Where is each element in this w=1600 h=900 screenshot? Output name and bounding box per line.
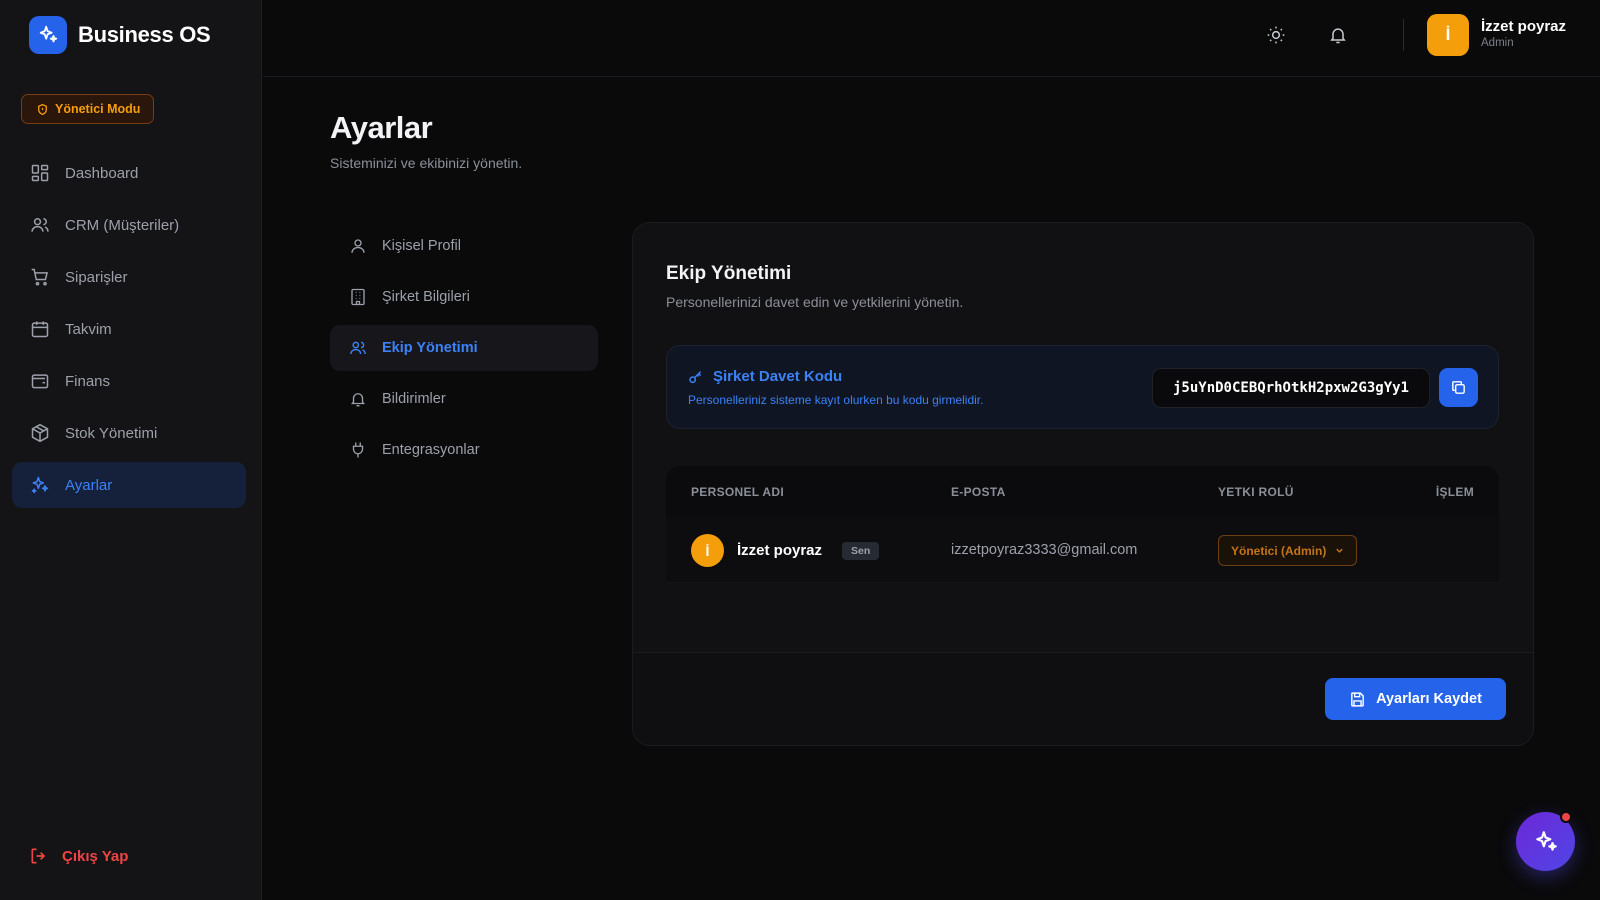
team-table: PERSONEL ADI E-POSTA YETKI ROLÜ İŞLEM İ …: [666, 466, 1499, 583]
role-select[interactable]: Yönetici (Admin): [1218, 535, 1357, 566]
sidebar: Business OS Yönetici Modu Dashboard CRM …: [0, 0, 262, 900]
card-footer: Ayarları Kaydet: [633, 652, 1533, 745]
invite-code-field[interactable]: j5uYnD0CEBQrhOtkH2pxw2G3gYy1: [1152, 368, 1430, 408]
invite-title-label: Şirket Davet Kodu: [713, 368, 843, 385]
calendar-icon: [29, 318, 51, 340]
settings-menu: Kişisel Profil Şirket Bilgileri Ekip Yön…: [330, 223, 598, 478]
brand-name: Business OS: [78, 22, 211, 47]
sidebar-item-settings[interactable]: Ayarlar: [12, 462, 246, 508]
sidebar-item-calendar[interactable]: Takvim: [12, 306, 246, 352]
notification-dot: [1560, 811, 1572, 823]
page-title: Ayarlar: [330, 110, 433, 145]
settings-menu-label: Ekip Yönetimi: [382, 340, 478, 356]
section-subtitle: Personellerinizi davet edin ve yetkileri…: [666, 294, 964, 310]
shield-icon: [36, 103, 49, 116]
user-icon: [348, 236, 368, 256]
settings-menu-label: Bildirimler: [382, 391, 446, 407]
sidebar-item-label: Finans: [65, 372, 111, 390]
team-management-card: Ekip Yönetimi Personellerinizi davet edi…: [632, 222, 1534, 746]
sparkles-icon: [29, 16, 67, 54]
sidebar-item-label: Takvim: [65, 320, 112, 338]
save-settings-button[interactable]: Ayarları Kaydet: [1325, 678, 1506, 720]
cart-icon: [29, 266, 51, 288]
tab-company-info[interactable]: Şirket Bilgileri: [330, 274, 598, 320]
user-role: Admin: [1481, 37, 1514, 49]
notifications-bell-icon[interactable]: [1325, 22, 1351, 48]
avatar: İ: [691, 534, 724, 567]
tab-notifications[interactable]: Bildirimler: [330, 376, 598, 422]
sparkles-icon: [1533, 829, 1559, 855]
bell-icon: [348, 389, 368, 409]
sidebar-item-finance[interactable]: Finans: [12, 358, 246, 404]
building-icon: [348, 287, 368, 307]
key-icon: [688, 369, 704, 385]
column-header-name: PERSONEL ADI: [691, 485, 784, 499]
box-icon: [29, 422, 51, 444]
invite-title: Şirket Davet Kodu: [688, 368, 842, 385]
sidebar-item-label: CRM (Müşteriler): [65, 216, 180, 234]
column-header-email: E-POSTA: [951, 485, 1006, 499]
sidebar-item-label: Siparişler: [65, 268, 128, 286]
users-icon: [29, 214, 51, 236]
save-settings-label: Ayarları Kaydet: [1376, 691, 1482, 707]
section-title: Ekip Yönetimi: [666, 263, 792, 284]
copy-icon: [1450, 379, 1467, 396]
admin-mode-label: Yönetici Modu: [55, 102, 141, 116]
tab-personal-profile[interactable]: Kişisel Profil: [330, 223, 598, 269]
chevron-down-icon: [1334, 545, 1345, 556]
sparkles-icon: [29, 474, 51, 496]
brand[interactable]: Business OS: [29, 16, 211, 54]
avatar[interactable]: İ: [1427, 14, 1469, 56]
grid-icon: [29, 162, 51, 184]
logout-label: Çıkış Yap: [62, 847, 129, 865]
sidebar-item-stock[interactable]: Stok Yönetimi: [12, 410, 246, 456]
settings-menu-label: Entegrasyonlar: [382, 442, 480, 458]
admin-mode-badge: Yönetici Modu: [21, 94, 155, 124]
table-row: İ İzzet poyraz Sen izzetpoyraz3333@gmail…: [666, 517, 1499, 583]
page-subtitle: Sisteminizi ve ekibinizi yönetin.: [330, 155, 523, 171]
settings-menu-label: Şirket Bilgileri: [382, 289, 470, 305]
member-email: izzetpoyraz3333@gmail.com: [951, 542, 1138, 558]
header-divider: [1403, 19, 1404, 51]
settings-menu-label: Kişisel Profil: [382, 238, 461, 254]
tab-team-management[interactable]: Ekip Yönetimi: [330, 325, 598, 371]
top-header: İ İzzet poyraz Admin: [263, 0, 1600, 77]
sidebar-item-label: Dashboard: [65, 164, 139, 182]
table-header: PERSONEL ADI E-POSTA YETKI ROLÜ İŞLEM: [666, 466, 1499, 517]
member-name: İzzet poyraz: [737, 542, 823, 559]
users-icon: [348, 338, 368, 358]
logout-button[interactable]: Çıkış Yap: [29, 846, 128, 866]
copy-code-button[interactable]: [1439, 368, 1478, 407]
theme-toggle-sun-icon[interactable]: [1263, 22, 1289, 48]
sidebar-item-label: Ayarlar: [65, 476, 113, 494]
plug-icon: [348, 440, 368, 460]
sidebar-item-dashboard[interactable]: Dashboard: [12, 150, 246, 196]
column-header-action: İŞLEM: [1435, 485, 1474, 499]
sidebar-item-label: Stok Yönetimi: [65, 424, 158, 442]
invite-description: Personelleriniz sisteme kayıt olurken bu…: [688, 393, 984, 407]
user-name: İzzet poyraz: [1481, 18, 1567, 35]
self-badge: Sen: [842, 542, 880, 560]
save-icon: [1349, 691, 1366, 708]
wallet-icon: [29, 370, 51, 392]
sidebar-item-orders[interactable]: Siparişler: [12, 254, 246, 300]
sidebar-item-crm[interactable]: CRM (Müşteriler): [12, 202, 246, 248]
role-select-value: Yönetici (Admin): [1231, 543, 1327, 558]
logout-icon: [29, 846, 49, 866]
sidebar-nav: Dashboard CRM (Müşteriler) Siparişler Ta…: [12, 150, 246, 514]
invite-code-box: Şirket Davet Kodu Personelleriniz sistem…: [666, 345, 1499, 429]
tab-integrations[interactable]: Entegrasyonlar: [330, 427, 598, 473]
column-header-role: YETKI ROLÜ: [1218, 485, 1294, 499]
